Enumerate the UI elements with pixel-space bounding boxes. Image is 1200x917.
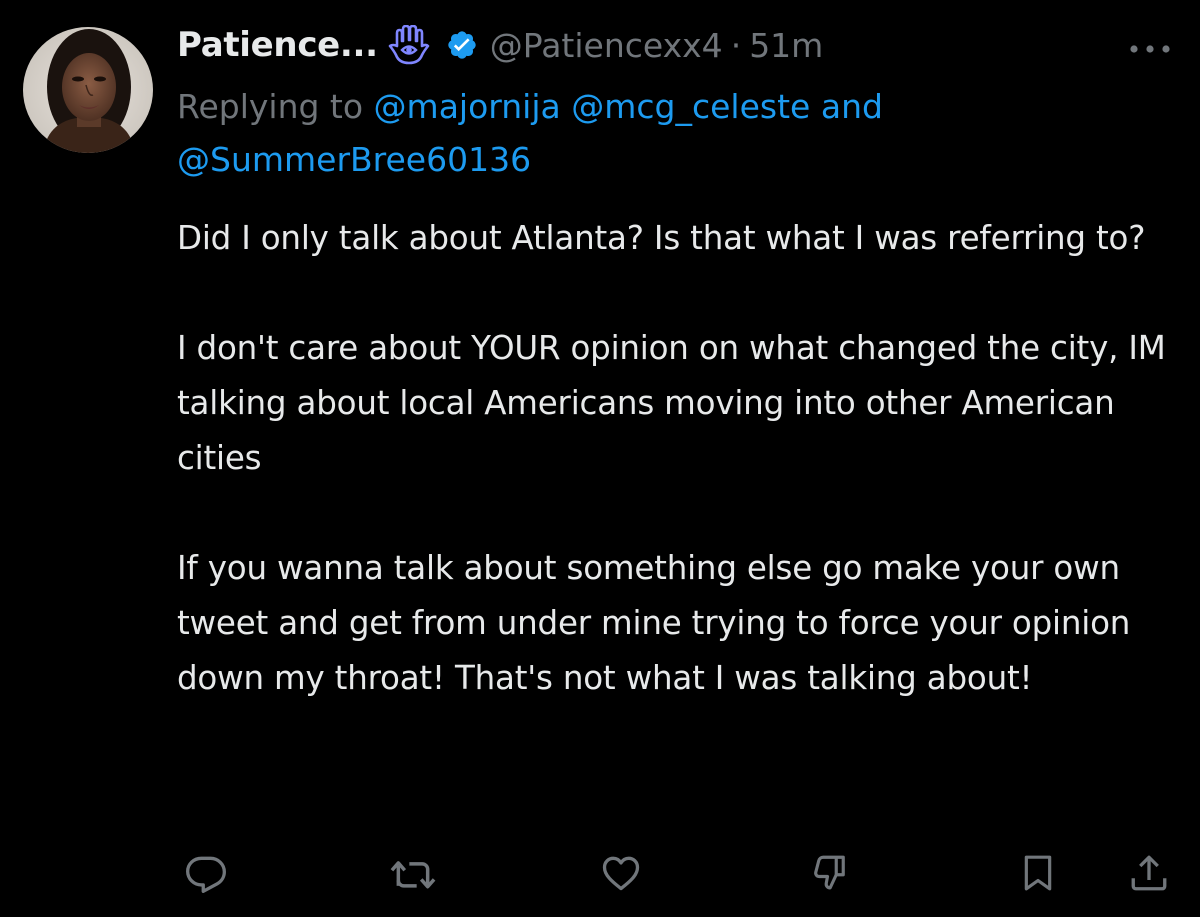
tweet-paragraph: If you wanna talk about something else g… [177,549,1131,697]
reply-button[interactable] [181,848,231,898]
replying-and[interactable]: and [821,87,883,126]
replying-label: Replying to [177,87,364,126]
more-icon[interactable] [1128,40,1172,53]
share-icon [1131,855,1167,891]
mention-link[interactable]: @majornija [374,87,561,126]
tweet-header: Patience... @Patiencexx4 · 51m [177,20,823,70]
avatar[interactable] [23,27,153,153]
timestamp[interactable]: 51m [749,26,823,65]
mention-link[interactable]: @mcg_celeste [571,87,810,126]
user-handle[interactable]: @Patiencexx4 [490,26,723,65]
tweet-paragraph: I don't care about YOUR opinion on what … [177,329,1166,477]
verified-badge-icon[interactable] [446,29,478,61]
tweet-paragraph: Did I only talk about Atlanta? Is that w… [177,219,1146,257]
bookmark-button[interactable] [1013,848,1063,898]
dislike-button[interactable] [806,848,856,898]
tweet-text: Did I only talk about Atlanta? Is that w… [177,211,1172,706]
retweet-button[interactable] [388,848,438,898]
bookmark-icon [1024,855,1052,891]
retweet-icon [390,861,436,889]
like-button[interactable] [596,848,646,898]
action-bar [0,848,1200,898]
share-button[interactable] [1124,848,1174,898]
separator-dot: · [730,25,742,65]
hamsa-icon [388,25,430,65]
profile-photo [23,27,153,153]
thumbs-down-icon [814,855,845,890]
reply-icon [186,856,226,893]
heart-icon [602,856,640,891]
mention-link[interactable]: @SummerBree60136 [177,140,531,179]
display-name[interactable]: Patience... [177,25,378,65]
replying-to: Replying to @majornija @mcg_celeste and … [177,80,1167,186]
